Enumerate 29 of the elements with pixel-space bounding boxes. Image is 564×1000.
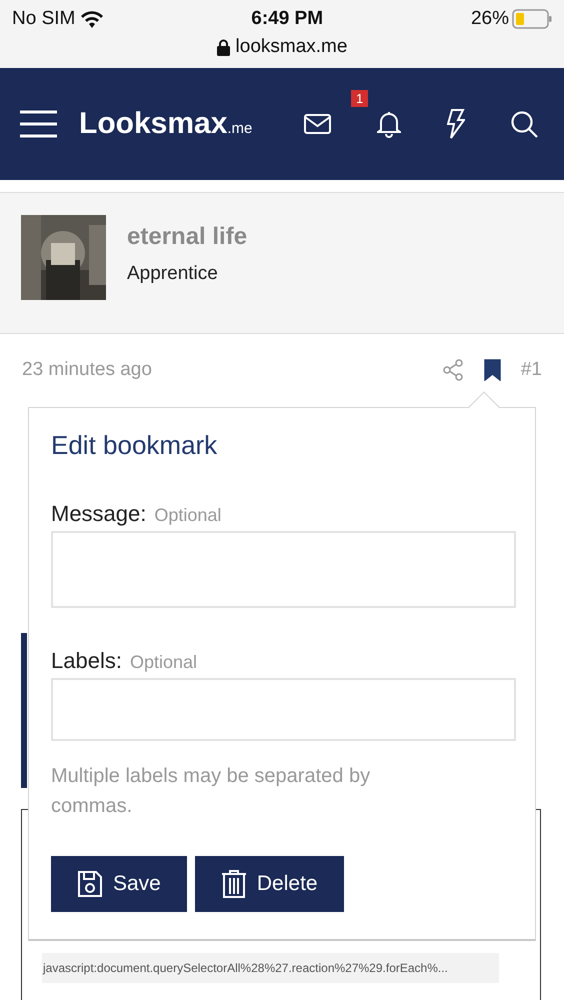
notification-badge: 1: [351, 90, 368, 107]
optional-hint: Optional: [130, 652, 197, 673]
field-label: Message:: [51, 501, 146, 527]
optional-hint: Optional: [154, 505, 222, 526]
lock-icon: [216, 38, 230, 56]
battery-icon: [512, 9, 552, 29]
url-text[interactable]: looksmax.me: [236, 36, 348, 58]
menu-icon[interactable]: [20, 110, 57, 138]
delete-button[interactable]: Delete: [194, 856, 344, 912]
field-label: Labels:: [51, 648, 122, 674]
save-button[interactable]: Save: [51, 856, 187, 912]
popover-title: Edit bookmark: [51, 430, 218, 461]
help-text: Multiple labels may be separated by commas.: [51, 764, 372, 819]
link-preview-text[interactable]: javascript:document.querySelectorAll%28%27.reaction%27%29.forEach%...: [42, 953, 499, 983]
message-field[interactable]: [51, 531, 516, 608]
search-icon[interactable]: [511, 110, 538, 138]
carrier-text: No SIM: [12, 8, 76, 30]
site-logo[interactable]: Looksmax.me: [79, 107, 252, 141]
share-icon[interactable]: [442, 359, 464, 381]
bell-icon[interactable]: [377, 110, 401, 138]
envelope-icon[interactable]: [304, 114, 331, 134]
clock-text: 6:49 PM: [251, 8, 324, 30]
bookmark-icon[interactable]: [484, 359, 501, 381]
wifi-icon: [81, 10, 104, 28]
battery-text: 26%: [470, 8, 509, 30]
user-title: Apprentice: [127, 263, 219, 285]
labels-field[interactable]: [51, 678, 516, 741]
lightning-icon[interactable]: [447, 109, 465, 139]
trash-icon: [220, 869, 247, 899]
